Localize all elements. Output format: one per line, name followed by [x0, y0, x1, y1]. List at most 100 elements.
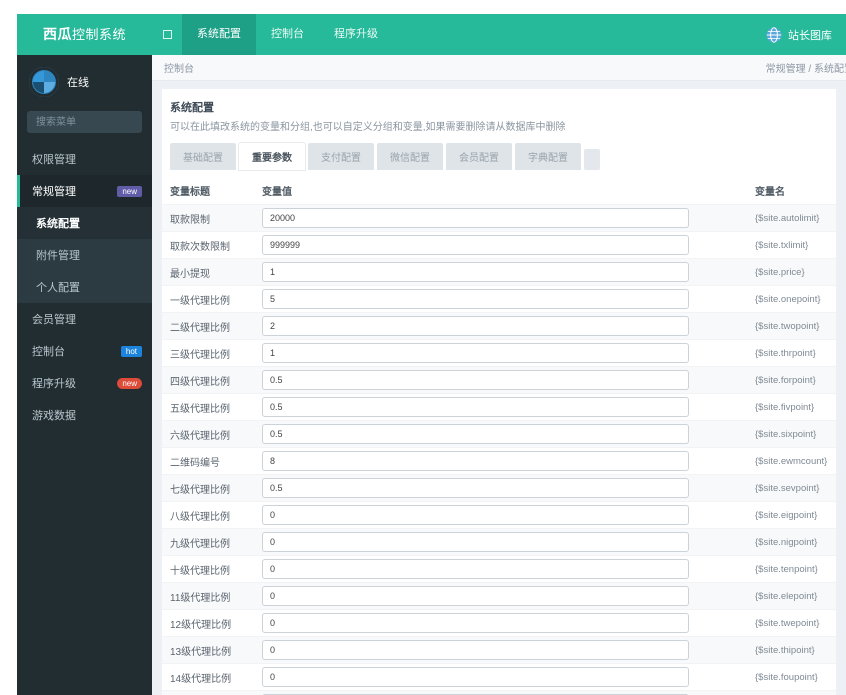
- menu-search-input[interactable]: [27, 111, 142, 133]
- variable-name: {$site.sixpoint}: [755, 428, 817, 440]
- sidebar-item-game-data[interactable]: 游戏数据: [17, 399, 152, 431]
- variable-title: 11级代理比例: [170, 592, 231, 604]
- variable-value-input[interactable]: [262, 235, 689, 255]
- variable-title: 六级代理比例: [170, 430, 230, 442]
- table-row: 15级代理比例{$site.fifpoint}: [162, 690, 836, 695]
- topnav-item-system-config[interactable]: 系统配置: [182, 14, 256, 55]
- topnav-item-upgrade[interactable]: 程序升级: [319, 14, 393, 55]
- topnav-item-console[interactable]: 控制台: [256, 14, 319, 55]
- variable-value-cell: [262, 370, 707, 390]
- variable-value-cell: [262, 505, 707, 525]
- variable-title: 二级代理比例: [170, 322, 230, 334]
- table-row: 取款次数限制 {$site.txlimit}: [162, 231, 836, 258]
- variable-title: 12级代理比例: [170, 619, 232, 631]
- variable-value-cell: [262, 532, 707, 552]
- variable-name: {$site.nigpoint}: [755, 536, 818, 548]
- variable-name: {$site.ewmcount}: [755, 455, 828, 467]
- app-logo[interactable]: 西瓜控制系统: [17, 14, 152, 55]
- variable-value-input[interactable]: [262, 424, 689, 444]
- sidebar-menu: 权限管理 常规管理 new 系统配置 附件管理 个人配置 会员管理控制台 hot 程序升级 new…: [17, 143, 152, 431]
- variable-value-cell: [262, 289, 707, 309]
- sidebar-item-permissions[interactable]: 权限管理: [17, 143, 152, 175]
- sidebar-toggle-icon: [162, 30, 172, 39]
- table-row: 13级代理比例 {$site.thipoint}: [162, 636, 836, 663]
- table-row: 二维码编号 {$site.ewmcount}: [162, 447, 836, 474]
- variable-value-input[interactable]: [262, 559, 689, 579]
- app-logo-bold: 西瓜: [42, 26, 72, 42]
- main-content: 控制台 常规管理 / 系统配置 系统配置 可以在此填改系统的变量和分组,也可以自…: [152, 55, 846, 695]
- variable-value-input[interactable]: [262, 451, 689, 471]
- variable-value-input[interactable]: [262, 640, 689, 660]
- variable-value-input[interactable]: [262, 316, 689, 336]
- variable-title: 九级代理比例: [170, 538, 230, 550]
- tab-important[interactable]: 重要参数: [239, 143, 305, 170]
- variable-value-input[interactable]: [262, 613, 689, 633]
- table-row: 九级代理比例 {$site.nigpoint}: [162, 528, 836, 555]
- sidebar-badge-hot: hot: [120, 345, 142, 357]
- sidebar-subitem-system-config[interactable]: 系统配置: [17, 207, 152, 239]
- tab-member[interactable]: 会员配置: [446, 143, 512, 170]
- variable-name: {$site.sevpoint}: [755, 482, 820, 494]
- variable-value-cell: [262, 397, 707, 417]
- variables-table: 变量标题 变量值 变量名 取款限制 {$site.autolimit} 取款次数限制…: [162, 176, 836, 695]
- sidebar-item-member[interactable]: 会员管理: [17, 303, 152, 335]
- top-nav: 系统配置 控制台 程序升级: [182, 14, 393, 55]
- sidebar-item-general[interactable]: 常规管理 new: [17, 175, 152, 207]
- variable-name: {$site.price}: [755, 266, 805, 278]
- column-header-value: 变量值: [262, 186, 292, 198]
- variable-title: 四级代理比例: [170, 376, 230, 388]
- tab-dict[interactable]: 字典配置: [515, 143, 581, 170]
- variable-value-input[interactable]: [262, 397, 689, 417]
- sidebar-item-label: 常规管理: [32, 186, 76, 198]
- variable-value-cell: [262, 559, 707, 579]
- sidebar-item-upgrade[interactable]: 程序升级 new: [17, 367, 152, 399]
- variable-name: {$site.elepoint}: [755, 590, 818, 602]
- table-row: 七级代理比例 {$site.sevpoint}: [162, 474, 836, 501]
- variable-name: {$site.forpoint}: [755, 374, 816, 386]
- tab-wechat[interactable]: 微信配置: [377, 143, 443, 170]
- config-tabs: 基础配置 重要参数 支付配置 微信配置 会员配置 字典配置: [170, 143, 828, 170]
- variable-title: 13级代理比例: [170, 646, 232, 658]
- variable-value-input[interactable]: [262, 370, 689, 390]
- globe-icon: [766, 26, 782, 43]
- sidebar-subitem-personal-config[interactable]: 个人配置: [17, 271, 152, 303]
- variable-title: 八级代理比例: [170, 511, 230, 523]
- variable-value-input[interactable]: [262, 586, 689, 606]
- tab-payment[interactable]: 支付配置: [308, 143, 374, 170]
- variable-name: {$site.twepoint}: [755, 617, 820, 629]
- breadcrumb: 控制台 常规管理 / 系统配置: [152, 55, 846, 81]
- variable-value-input[interactable]: [262, 208, 689, 228]
- variable-value-input[interactable]: [262, 343, 689, 363]
- app-logo-rest: 控制系统: [71, 27, 126, 42]
- sidebar-subitem-attachment[interactable]: 附件管理: [17, 239, 152, 271]
- variable-value-input[interactable]: [262, 478, 689, 498]
- table-row: 十级代理比例 {$site.tenpoint}: [162, 555, 836, 582]
- table-row: 取款限制 {$site.autolimit}: [162, 204, 836, 231]
- variable-value-input[interactable]: [262, 667, 689, 687]
- tab-extra[interactable]: [584, 149, 600, 170]
- variable-value-input[interactable]: [262, 289, 689, 309]
- config-panel: 系统配置 可以在此填改系统的变量和分组,也可以自定义分组和变量,如果需要删除请从…: [162, 89, 836, 695]
- variable-value-cell: [262, 343, 707, 363]
- top-bar: 西瓜控制系统 系统配置 控制台 程序升级 站长图库: [17, 14, 846, 55]
- tab-basic[interactable]: 基础配置: [170, 143, 236, 170]
- breadcrumb-right: 常规管理 / 系统配置: [765, 64, 846, 75]
- sidebar-submenu-general: 系统配置 附件管理 个人配置: [17, 207, 152, 303]
- panel-title: 系统配置: [170, 102, 214, 114]
- sidebar-item-label: 游戏数据: [32, 410, 76, 422]
- variable-value-input[interactable]: [262, 505, 689, 525]
- user-link[interactable]: 站长图库: [766, 14, 846, 55]
- variable-title: 最小提现: [170, 268, 210, 280]
- sidebar-toggle-button[interactable]: [152, 14, 182, 55]
- variable-value-cell: [262, 262, 707, 282]
- sidebar-item-console[interactable]: 控制台 hot: [17, 335, 152, 367]
- variable-value-input[interactable]: [262, 262, 689, 282]
- variable-value-cell: [262, 667, 707, 687]
- variable-value-input[interactable]: [262, 532, 689, 552]
- variable-value-cell: [262, 235, 707, 255]
- variable-name: {$site.autolimit}: [755, 212, 820, 224]
- variable-title: 取款次数限制: [170, 241, 230, 253]
- variable-name: {$site.thrpoint}: [755, 347, 816, 359]
- sidebar-item-label: 控制台: [32, 346, 65, 358]
- variable-name: {$site.tenpoint}: [755, 563, 818, 575]
